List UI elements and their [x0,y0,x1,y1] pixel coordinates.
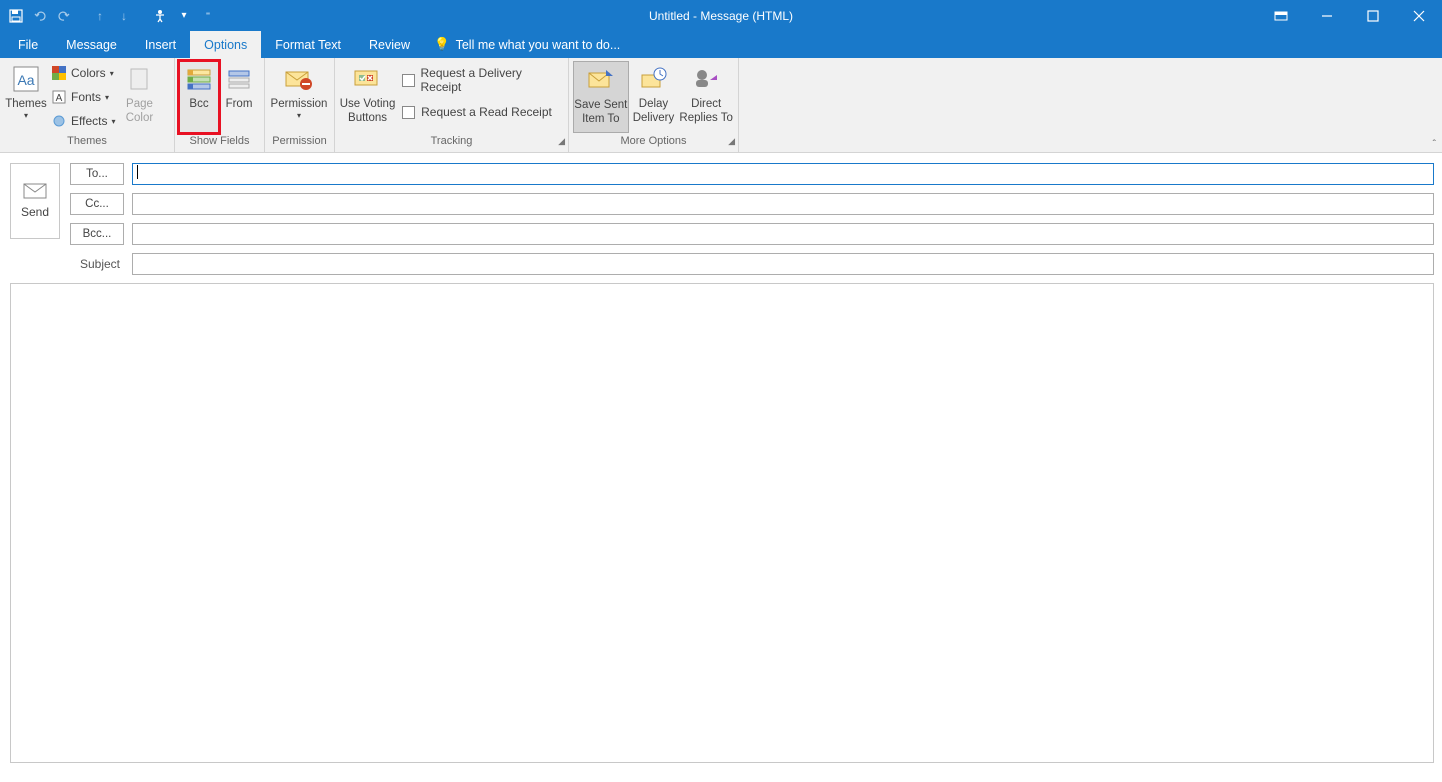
group-themes: Aa Themes ▾ Colors▾ A Fonts▾ Effects▾ [0,58,175,152]
bcc-field-button[interactable]: Bcc... [70,223,124,245]
permission-icon [283,63,315,95]
delay-delivery-button[interactable]: Delay Delivery [629,61,679,133]
tab-message[interactable]: Message [52,31,131,58]
delivery-receipt-checkbox[interactable]: Request a Delivery Receipt [396,69,564,91]
redo-icon[interactable] [54,6,74,26]
voting-icon [352,63,384,95]
from-icon [223,63,255,95]
qat-more-icon[interactable]: ⁼ [198,6,218,26]
group-permission: Permission ▾ Permission [265,58,335,152]
group-more-options: Save Sent Item To Delay Delivery Direct … [569,58,739,152]
send-icon [23,183,47,199]
ribbon-display-icon[interactable] [1258,0,1304,31]
themes-button[interactable]: Aa Themes ▾ [4,61,48,133]
prev-item-icon[interactable]: ↑ [90,6,110,26]
group-show-fields: Bcc From Show Fields [175,58,265,152]
tab-review[interactable]: Review [355,31,424,58]
message-body[interactable] [10,283,1434,763]
to-button[interactable]: To... [70,163,124,185]
maximize-icon[interactable] [1350,0,1396,31]
cc-button[interactable]: Cc... [70,193,124,215]
title-bar: ↑ ↓ ▾ ⁼ Untitled - Message (HTML) [0,0,1442,31]
tell-me-label: Tell me what you want to do... [456,38,621,52]
read-receipt-checkbox[interactable]: Request a Read Receipt [396,101,564,123]
more-options-launcher-icon[interactable]: ◢ [728,136,735,147]
tell-me-search[interactable]: 💡 Tell me what you want to do... [424,31,630,58]
effects-button[interactable]: Effects▾ [48,110,118,132]
checkbox-icon [402,106,415,119]
accessibility-icon[interactable] [150,6,170,26]
group-permission-label: Permission [265,135,334,152]
svg-text:A: A [56,93,63,104]
save-sent-icon [585,64,617,96]
minimize-icon[interactable] [1304,0,1350,31]
lightbulb-icon: 💡 [434,37,450,52]
subject-label: Subject [70,257,124,271]
tab-file[interactable]: File [4,31,52,58]
themes-icon: Aa [10,63,42,95]
window-controls [1258,0,1442,31]
from-button[interactable]: From [219,61,259,133]
fonts-button[interactable]: A Fonts▾ [48,86,118,108]
voting-buttons[interactable]: Use Voting Buttons [339,61,396,133]
save-icon[interactable] [6,6,26,26]
checkbox-icon [402,74,414,87]
permission-button[interactable]: Permission ▾ [269,61,329,133]
direct-replies-icon [690,63,722,95]
next-item-icon[interactable]: ↓ [114,6,134,26]
bcc-button[interactable]: Bcc [179,61,219,133]
colors-button[interactable]: Colors▾ [48,62,118,84]
page-color-icon [123,63,155,95]
compose-header: Send To... Cc... Bcc... Subject [0,153,1442,283]
subject-input[interactable] [132,253,1434,275]
group-tracking: Use Voting Buttons Request a Delivery Re… [335,58,569,152]
to-input[interactable] [132,163,1434,185]
tab-insert[interactable]: Insert [131,31,190,58]
colors-icon [51,65,67,81]
close-icon[interactable] [1396,0,1442,31]
group-themes-label: Themes [0,135,174,152]
undo-icon[interactable] [30,6,50,26]
tracking-launcher-icon[interactable]: ◢ [558,136,565,147]
svg-text:Aa: Aa [17,72,34,88]
group-more-options-label: More Options◢ [569,135,738,152]
send-button[interactable]: Send [10,163,60,239]
collapse-ribbon-icon[interactable]: ˆ [1433,139,1436,150]
fonts-icon: A [51,89,67,105]
window-title: Untitled - Message (HTML) [649,9,793,23]
ribbon: Aa Themes ▾ Colors▾ A Fonts▾ Effects▾ [0,58,1442,153]
direct-replies-button[interactable]: Direct Replies To [678,61,734,133]
page-color-button[interactable]: Page Color [118,61,160,133]
save-sent-item-button[interactable]: Save Sent Item To [573,61,629,133]
effects-icon [51,113,67,129]
delay-delivery-icon [638,63,670,95]
group-tracking-label: Tracking◢ [335,135,568,152]
tab-format-text[interactable]: Format Text [261,31,355,58]
cc-input[interactable] [132,193,1434,215]
tab-options[interactable]: Options [190,31,261,58]
qat-customize-icon[interactable]: ▾ [174,6,194,26]
quick-access-toolbar: ↑ ↓ ▾ ⁼ [0,6,224,26]
bcc-icon [183,63,215,95]
bcc-input[interactable] [132,223,1434,245]
group-show-fields-label: Show Fields [175,135,264,152]
ribbon-tabs: File Message Insert Options Format Text … [0,31,1442,58]
